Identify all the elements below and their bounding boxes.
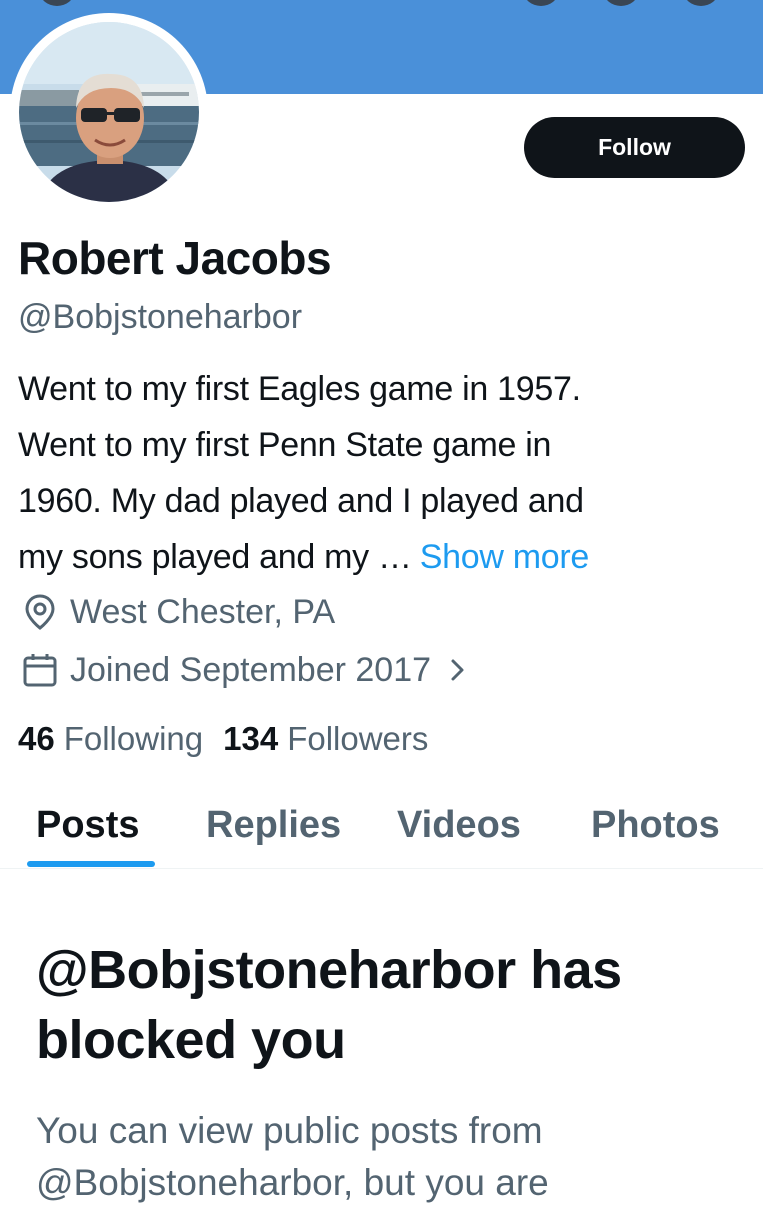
bio-line: Went to my first Eagles game in 1957. xyxy=(18,370,581,408)
tab-replies[interactable]: Replies xyxy=(206,792,341,868)
more-options-button[interactable] xyxy=(684,0,718,6)
follow-button[interactable]: Follow xyxy=(524,117,745,178)
tab-videos[interactable]: Videos xyxy=(397,792,521,868)
following-count: 46 xyxy=(18,720,55,757)
following-stat[interactable]: 46 Following xyxy=(18,720,203,758)
profile-photo xyxy=(19,22,199,202)
chevron-right-icon xyxy=(451,659,464,681)
tab-photos[interactable]: Photos xyxy=(591,792,720,868)
profile-tabs: Posts Replies Videos Photos xyxy=(0,792,763,869)
bio-line: my sons played and my … xyxy=(18,538,412,576)
followers-count: 134 xyxy=(223,720,279,757)
calendar-icon xyxy=(23,654,57,687)
tab-posts[interactable]: Posts xyxy=(36,792,139,868)
back-button[interactable] xyxy=(40,0,74,6)
location-row: West Chester, PA xyxy=(20,592,335,632)
active-tab-indicator xyxy=(27,861,155,867)
joined-text: Joined September 2017 xyxy=(70,650,432,689)
bio-line: 1960. My dad played and I played and xyxy=(18,482,584,520)
location-pin-icon xyxy=(25,594,55,630)
bio-line-last: my sons played and my … Show more xyxy=(18,529,758,585)
blocked-message: You can view public posts from @Bobjston… xyxy=(36,1110,549,1203)
joined-row[interactable]: Joined September 2017 xyxy=(20,650,473,690)
profile-handle: @Bobjstoneharbor xyxy=(18,298,303,336)
followers-stat[interactable]: 134 Followers xyxy=(223,720,428,758)
following-label: Following xyxy=(63,720,204,757)
profile-stats: 46 Following 134 Followers xyxy=(18,720,428,758)
show-more-link[interactable]: Show more xyxy=(420,538,590,576)
bio-line: Went to my first Penn State game in xyxy=(18,426,552,464)
profile-bio: Went to my first Eagles game in 1957. We… xyxy=(18,361,758,585)
share-button[interactable] xyxy=(604,0,638,6)
search-button[interactable] xyxy=(524,0,558,6)
avatar[interactable] xyxy=(10,13,208,211)
followers-label: Followers xyxy=(287,720,429,757)
blocked-title: @Bobjstoneharbor has blocked you xyxy=(36,940,622,1070)
profile-name: Robert Jacobs xyxy=(18,232,332,284)
location-text: West Chester, PA xyxy=(70,592,336,631)
